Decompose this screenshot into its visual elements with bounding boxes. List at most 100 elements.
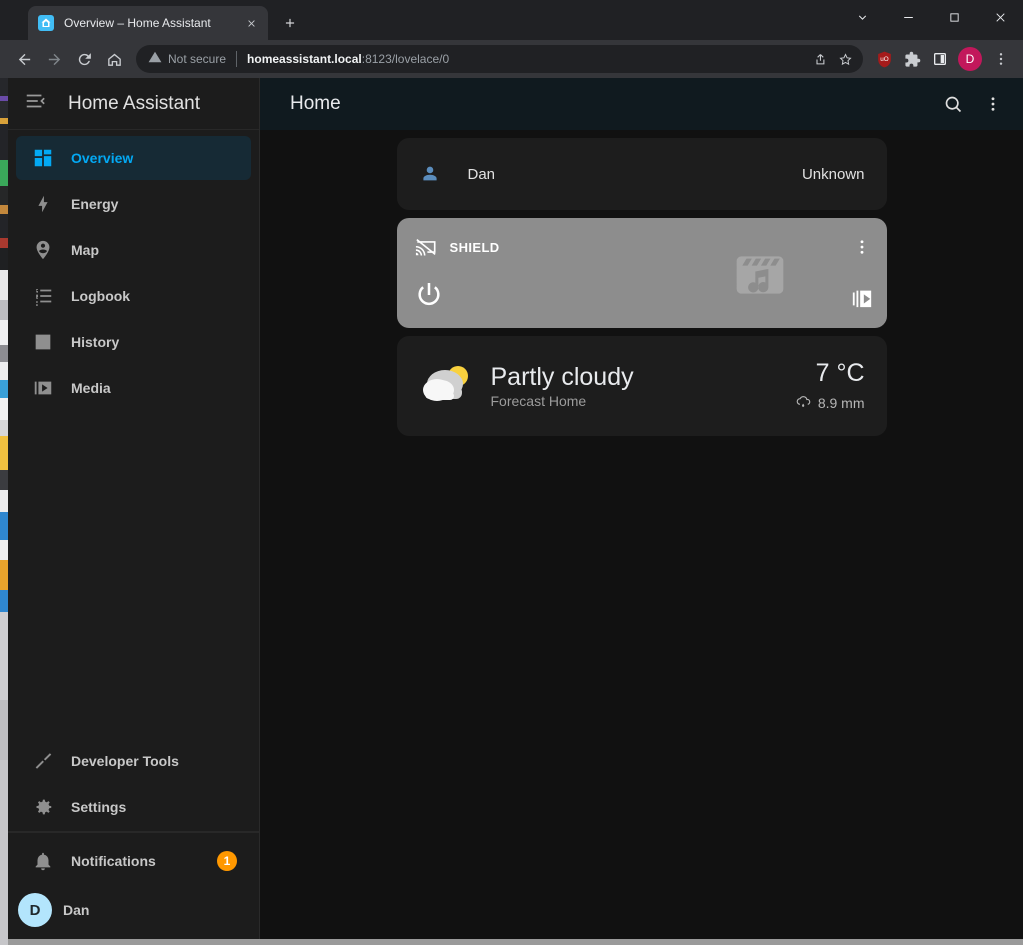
window-controls xyxy=(839,0,1023,34)
chart-box-icon xyxy=(26,331,60,353)
address-bar[interactable]: Not secure homeassistant.local:8123/love… xyxy=(136,45,863,73)
tab-title: Overview – Home Assistant xyxy=(64,16,211,30)
sidebar-footer: Notifications 1 D Dan xyxy=(8,832,259,939)
sidebar-item-label: Logbook xyxy=(71,288,131,304)
format-list-icon xyxy=(26,285,60,307)
weather-text-block: Partly cloudy Forecast Home xyxy=(491,363,634,409)
sidebar-item-overview[interactable]: Overview xyxy=(16,136,251,180)
sidebar-title: Home Assistant xyxy=(68,92,200,114)
background-window-sliver xyxy=(0,0,8,945)
person-card[interactable]: Dan Unknown xyxy=(396,138,887,210)
ublock-origin-shield-icon[interactable]: uO xyxy=(871,46,897,72)
sidebar-item-energy[interactable]: Energy xyxy=(16,182,251,226)
sidebar-item-logbook[interactable]: Logbook xyxy=(16,274,251,318)
sidebar-header: Home Assistant xyxy=(8,78,259,130)
weather-precipitation: 8.9 mm xyxy=(795,393,865,413)
sidebar-item-media[interactable]: Media xyxy=(16,366,251,410)
weather-temperature: 7 °C xyxy=(815,359,865,388)
profile-avatar[interactable]: D xyxy=(958,47,982,71)
home-icon[interactable] xyxy=(100,45,128,73)
kebab-menu-icon[interactable] xyxy=(973,84,1013,124)
dashboard-content: Dan Unknown SHIELD Partly cloudy Forecas… xyxy=(260,130,1023,939)
lightning-bolt-icon xyxy=(26,193,60,215)
warning-triangle-icon xyxy=(148,50,162,69)
sidebar-item-label: History xyxy=(71,334,120,350)
sidebar-item-developer-tools[interactable]: Developer Tools xyxy=(16,739,251,783)
sidebar-item-settings[interactable]: Settings xyxy=(16,785,251,829)
hammer-wrench-icon xyxy=(26,750,60,772)
play-box-multiple-icon xyxy=(26,377,60,399)
kebab-menu-icon[interactable] xyxy=(987,45,1015,73)
security-status[interactable]: Not secure xyxy=(148,50,226,69)
minimize-icon[interactable] xyxy=(885,0,931,34)
browser-toolbar: Not secure homeassistant.local:8123/love… xyxy=(0,40,1023,78)
back-arrow-icon[interactable] xyxy=(10,45,38,73)
sidebar-item-notifications[interactable]: Notifications 1 xyxy=(16,839,251,883)
map-marker-account-icon xyxy=(26,239,60,261)
security-label: Not secure xyxy=(168,52,227,66)
browser-tab[interactable]: Overview – Home Assistant xyxy=(28,6,268,40)
close-icon[interactable] xyxy=(242,14,260,32)
sidebar-item-label: Map xyxy=(71,242,99,258)
weather-condition: Partly cloudy xyxy=(490,363,634,392)
browser-window: Overview – Home Assistant Not secure hom… xyxy=(0,0,1023,945)
media-player-card[interactable]: SHIELD xyxy=(396,218,887,328)
ha-sidebar: Home Assistant Overview Energy Map Logbo… xyxy=(8,78,260,939)
collapse-menu-icon[interactable] xyxy=(24,90,46,117)
partly-cloudy-icon xyxy=(415,360,479,412)
sidebar-nav: Overview Energy Map Logbook History Medi… xyxy=(8,130,259,416)
app-bar: Home xyxy=(260,78,1023,130)
weather-card[interactable]: Partly cloudy Forecast Home 7 °C 8.9 mm xyxy=(396,336,887,436)
person-state: Unknown xyxy=(801,165,865,183)
cog-icon xyxy=(26,796,60,818)
weather-precipitation-value: 8.9 mm xyxy=(817,394,865,411)
notification-badge: 1 xyxy=(217,851,237,871)
account-icon xyxy=(419,163,443,185)
tab-search-chevron-icon[interactable] xyxy=(839,0,885,34)
cast-off-icon[interactable] xyxy=(415,236,437,258)
omnibox-actions xyxy=(807,47,857,71)
power-icon[interactable] xyxy=(413,279,445,316)
sidebar-user-label: Dan xyxy=(63,902,90,918)
person-name: Dan xyxy=(467,165,496,183)
bell-icon xyxy=(26,850,60,872)
main-content: Home Dan Unknown SHIELD Partly cloudy Fo… xyxy=(260,78,1023,939)
new-tab-button[interactable] xyxy=(276,9,304,37)
search-icon[interactable] xyxy=(933,84,973,124)
web-page: Home Assistant Overview Energy Map Logbo… xyxy=(8,78,1023,939)
share-icon[interactable] xyxy=(807,47,831,71)
media-header: SHIELD xyxy=(397,218,887,258)
sidebar-tools: Developer Tools Settings xyxy=(8,737,259,831)
forward-arrow-icon[interactable] xyxy=(40,45,68,73)
play-box-multiple-icon[interactable] xyxy=(851,287,873,314)
sidebar-item-label: Developer Tools xyxy=(71,753,179,769)
url-path: :8123/lovelace/0 xyxy=(361,52,450,66)
kebab-menu-icon[interactable] xyxy=(853,238,871,256)
side-panel-icon[interactable] xyxy=(927,46,953,72)
url-host: homeassistant.local xyxy=(247,52,362,66)
sidebar-item-history[interactable]: History xyxy=(16,320,251,364)
avatar: D xyxy=(18,893,52,927)
svg-text:uO: uO xyxy=(880,56,889,63)
puzzle-piece-icon[interactable] xyxy=(899,46,925,72)
sidebar-item-label: Notifications xyxy=(71,853,156,869)
weather-entity-name: Forecast Home xyxy=(490,392,587,409)
star-icon[interactable] xyxy=(833,47,857,71)
sidebar-item-label: Energy xyxy=(71,196,119,212)
page-title: Home xyxy=(290,93,341,114)
movie-music-icon xyxy=(729,247,791,308)
sidebar-item-label: Overview xyxy=(71,150,134,166)
weather-rainy-icon xyxy=(795,393,812,413)
sidebar-item-label: Media xyxy=(71,380,111,396)
reload-icon[interactable] xyxy=(70,45,98,73)
sidebar-item-label: Settings xyxy=(71,799,127,815)
horizontal-scrollbar[interactable] xyxy=(8,939,1023,945)
maximize-icon[interactable] xyxy=(931,0,977,34)
card-column: Dan Unknown SHIELD Partly cloudy Forecas… xyxy=(396,138,887,436)
tab-strip: Overview – Home Assistant xyxy=(0,0,1023,40)
close-icon[interactable] xyxy=(977,0,1023,34)
scrollbar-thumb[interactable] xyxy=(8,939,1023,945)
sidebar-item-map[interactable]: Map xyxy=(16,228,251,272)
sidebar-item-user[interactable]: D Dan xyxy=(8,885,259,935)
